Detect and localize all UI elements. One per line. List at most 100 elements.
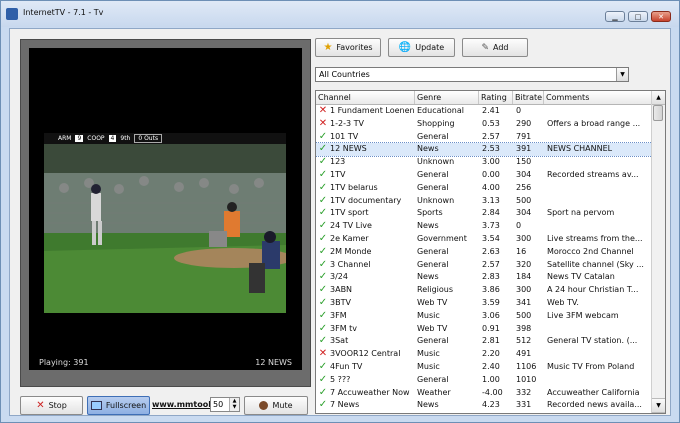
col-header-bitrate[interactable]: Bitrate [513,91,544,104]
fullscreen-button[interactable]: Fullscreen [87,396,150,415]
channel-row[interactable]: ✓ 5 ??? General 1.00 1010 [316,374,652,387]
channel-row[interactable]: ✓ 4Fun TV Music 2.40 1106 Music TV From Polan… [316,361,652,374]
check-icon: ✓ [318,181,328,193]
channel-name: 12 NEWS [330,144,367,154]
col-header-comments[interactable]: Comments [544,91,652,104]
channel-rating: 2.41 [482,106,500,115]
channel-comment: Music TV From Poland [547,361,635,371]
maximize-button[interactable]: □ [628,11,648,22]
add-button[interactable]: ✎ Add [462,38,528,57]
channel-bitrate: 16 [516,246,527,256]
channel-row[interactable]: ✓ 123 Unknown 3.00 150 [316,156,652,169]
channel-row[interactable]: ✓ 101 TV General 2.57 791 [316,131,652,144]
channel-bitrate: 0 [516,106,522,115]
channel-row[interactable]: ✓ 1TV belarus General 4.00 256 [316,182,652,195]
stop-icon: ✕ [36,400,45,411]
scroll-thumb[interactable] [653,105,663,121]
video-player[interactable]: ARM 9 COOP 4 9th 0 Outs Playing: 391 12 … [29,48,302,370]
close-button[interactable]: ✕ [651,11,671,22]
channel-row[interactable]: ✕ 3VOOR12 Central Music 2.20 491 [316,348,652,361]
channel-bitrate: 331 [516,400,532,410]
check-icon: ✓ [318,258,328,270]
channel-genre: Educational [417,106,464,115]
check-icon: ✓ [318,194,328,206]
channel-row[interactable]: ✓ 3/24 News 2.83 184 News TV Catalan [316,271,652,284]
channel-genre: General [417,336,449,346]
channel-genre: Unknown [417,195,455,205]
app-window: InternetTV - 7.1 - Tv ▁ □ ✕ ARM 9 COOP 4… [0,0,680,423]
channel-row[interactable]: ✓ 3 Channel General 2.57 320 Satellite channe… [316,259,652,272]
star-icon: ★ [323,42,333,53]
channel-row[interactable]: ✓ 7 News News 4.23 331 Recorded news availa..… [316,399,652,412]
channel-row[interactable]: ✓ 1TV documentary Unknown 3.13 500 [316,195,652,208]
check-icon: ✓ [318,399,328,411]
channel-genre: Web TV [417,297,448,307]
channel-name: 2M Monde [330,246,372,256]
channel-rating: 3.59 [482,297,500,307]
channel-bitrate: 512 [516,336,532,346]
video-image: ARM 9 COOP 4 9th 0 Outs [44,133,286,313]
channel-rating: 2.57 [482,131,500,141]
channel-name: 4Fun TV [330,361,363,371]
channel-rating: 2.83 [482,272,500,282]
channel-list[interactable]: Channel Genre Rating Bitrate Comments ✕ 1… [315,90,666,414]
channel-rows: ✕ 1 Fundament Loenen Educational 2.41 0 ✕ 1-2-… [316,105,653,412]
channel-row[interactable]: ✓ 1TV General 0.00 304 Recorded streams av... [316,169,652,182]
channel-row[interactable]: ✕ 1-2-3 TV Shopping 0.53 290 Offers a broad r… [316,118,652,131]
channel-row[interactable]: ✓ 3ABN Religious 3.86 300 A 24 hour Christian… [316,284,652,297]
volume-spinbox[interactable]: 50 ▲ ▼ [210,397,240,412]
scroll-down-icon[interactable]: ▼ [652,398,665,413]
channel-comment: A 24 hour Christian T... [547,285,639,295]
minimize-button[interactable]: ▁ [605,11,625,22]
channel-rating: 1.00 [482,374,500,384]
favorites-button[interactable]: ★ Favorites [315,38,381,57]
check-icon: ✓ [318,309,328,321]
channel-genre: News [417,144,439,154]
channel-comment: Recorded streams av... [547,169,639,179]
channel-row[interactable]: ✓ 12 NEWS News 2.53 391 NEWS CHANNEL [316,142,653,158]
channel-bitrate: 304 [516,169,532,179]
mute-button[interactable]: Mute [244,396,308,415]
channel-list-header: Channel Genre Rating Bitrate Comments [316,91,652,105]
channel-row[interactable]: ✓ 7 Accuweather Now Weather -4.00 332 Accuwea… [316,387,652,400]
channel-rating: 0.53 [482,118,500,128]
volume-spin-arrows[interactable]: ▲ ▼ [229,398,239,411]
channel-comment: Accuweather California [547,387,640,397]
channel-genre: General [417,374,449,384]
scorebug-outs: 0 Outs [134,134,163,143]
channel-row[interactable]: ✓ 2M Monde General 2.63 16 Morocco 2nd Channe… [316,246,652,259]
website-link[interactable]: www.mmtool [152,400,212,409]
channel-row[interactable]: ✓ 3FM Music 3.06 500 Live 3FM webcam [316,310,652,323]
channel-row[interactable]: ✓ 1TV sport Sports 2.84 304 Sport na pervom [316,207,652,220]
channel-name: 3VOOR12 Central [330,349,401,359]
channel-row[interactable]: ✕ 1 Fundament Loenen Educational 2.41 0 [316,105,652,118]
channel-name: 1TV belarus [330,182,378,192]
channel-row[interactable]: ✓ 3Sat General 2.81 512 General TV station. (… [316,335,652,348]
playing-status: Playing: 391 [39,358,89,367]
channel-comment: General TV station. (... [547,336,638,346]
col-header-rating[interactable]: Rating [479,91,513,104]
channel-row[interactable]: ✓ 3BTV Web TV 3.59 341 Web TV. [316,297,652,310]
scroll-up-icon[interactable]: ▲ [652,91,665,105]
check-icon: ✓ [318,207,328,219]
title-bar[interactable]: InternetTV - 7.1 - Tv ▁ □ ✕ [1,1,679,27]
vertical-scrollbar[interactable]: ▲ ▼ [651,91,665,413]
channel-row[interactable]: ✓ 3FM tv Web TV 0.91 398 [316,323,652,336]
stop-button[interactable]: ✕ Stop [20,396,83,415]
channel-name: 3/24 [330,272,348,282]
channel-row[interactable]: ✓ 24 TV Live News 3.73 0 [316,220,652,233]
channel-rating: 4.23 [482,400,500,410]
col-header-genre[interactable]: Genre [415,91,479,104]
channel-genre: News [417,221,439,231]
channel-name: 7 Accuweather Now [330,387,410,397]
col-header-channel[interactable]: Channel [316,91,415,104]
chevron-down-icon[interactable]: ▼ [616,68,628,81]
channel-rating: 2.40 [482,361,500,371]
update-button[interactable]: 🌐 Update [388,38,455,57]
channel-name: 24 TV Live [330,221,372,231]
channel-genre: News [417,272,439,282]
channel-comment: Web TV. [547,297,579,307]
channel-row[interactable]: ✓ 2e Kamer Government 3.54 300 Live streams f… [316,233,652,246]
channel-bitrate: 500 [516,195,532,205]
country-filter-dropdown[interactable]: All Countries ▼ [315,67,629,82]
